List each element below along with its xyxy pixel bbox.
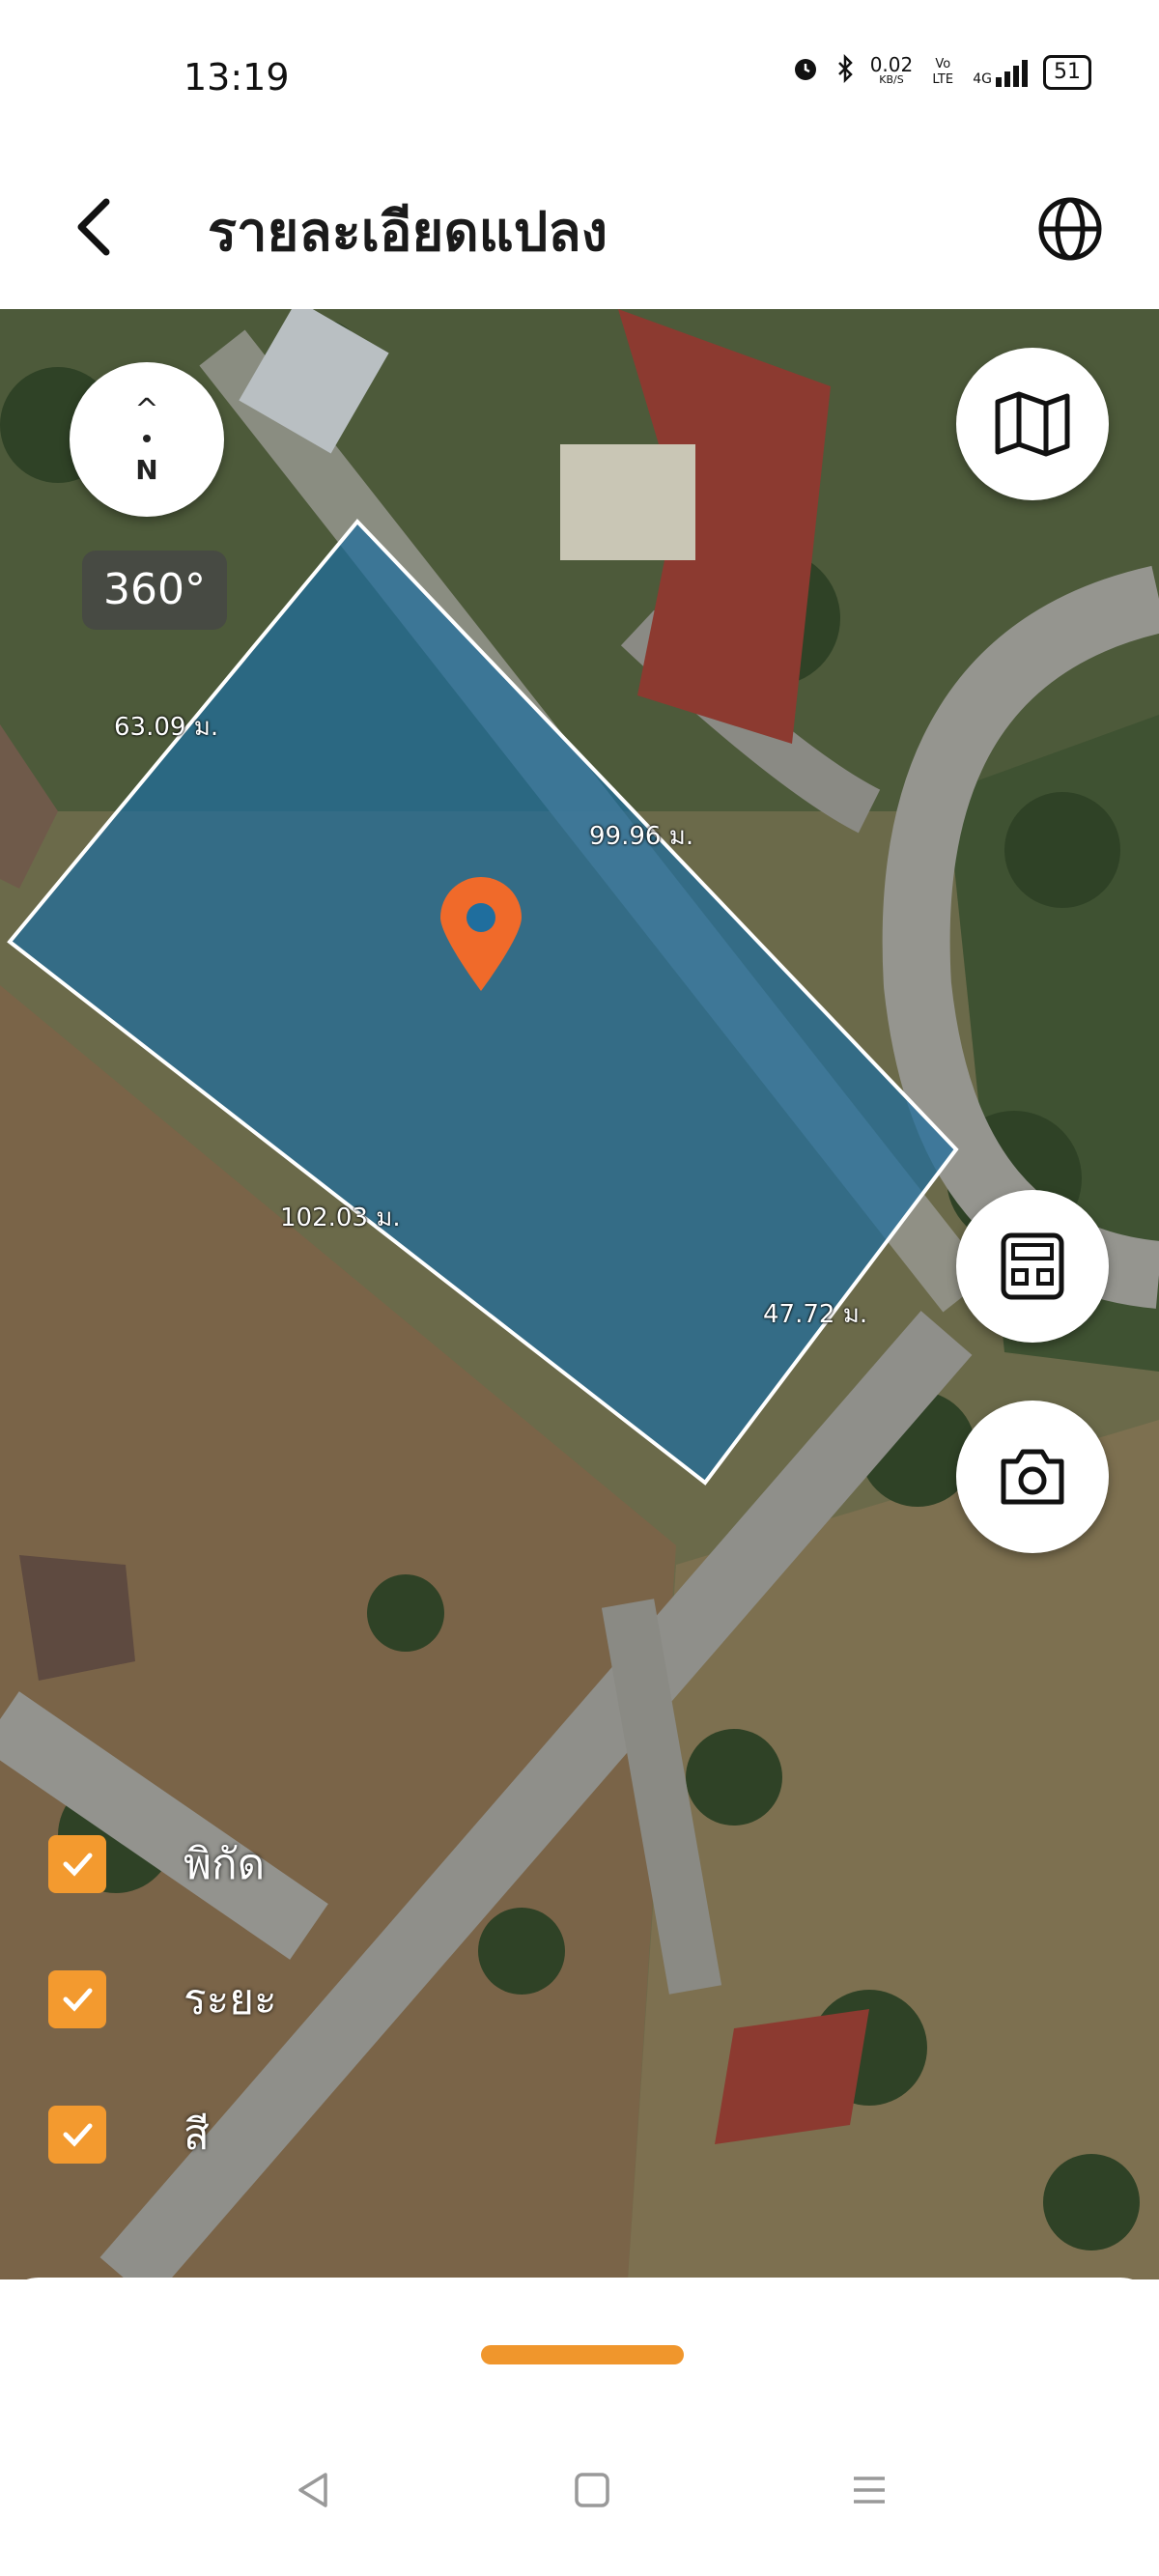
status-icons: 0.02 KB/S Vo LTE 4G 51 [791, 53, 1091, 91]
bottom-sheet[interactable] [0, 2278, 1159, 2576]
signal-icon: 4G [973, 58, 1028, 87]
checkbox-distance[interactable] [48, 1970, 106, 2028]
legend-item-distance[interactable]: ระยะ [48, 1966, 277, 2033]
legend-label: สี [184, 2110, 210, 2160]
net-speed: 0.02 KB/S [869, 53, 914, 86]
status-bar: 13:19 0.02 KB/S Vo LTE 4G 51 [0, 0, 1159, 159]
globe-icon [1038, 197, 1102, 261]
chevron-left-icon [77, 198, 110, 256]
satellite-map[interactable]: ^ N 360° 63.09 ม. 99.96 ม. 102.03 ม. 47.… [0, 309, 1159, 2279]
checkbox-coordinates[interactable] [48, 1835, 106, 1893]
check-icon [63, 1853, 93, 1877]
page-title: รายละเอียดแปลง [208, 201, 608, 264]
location-pin-icon[interactable] [437, 877, 525, 997]
rotation-badge[interactable]: 360° [82, 551, 227, 630]
alarm-icon [791, 54, 820, 91]
legend-item-coordinates[interactable]: พิกัด [48, 1830, 265, 1898]
map-icon [995, 391, 1070, 457]
calculator-button[interactable] [956, 1190, 1109, 1343]
volte-indicator: Vo LTE [932, 57, 954, 87]
dimension-label-top-right: 99.96 ม. [589, 822, 694, 851]
legend-label: พิกัด [184, 1840, 266, 1889]
dimension-label-top-left: 63.09 ม. [114, 713, 219, 742]
nav-back-button[interactable] [285, 2461, 343, 2519]
check-icon [63, 2123, 93, 2147]
dimension-label-bottom-right: 47.72 ม. [763, 1300, 868, 1329]
status-time: 13:19 [184, 56, 290, 99]
legend-item-color[interactable]: สี [48, 2101, 210, 2168]
square-home-icon [575, 2473, 609, 2507]
compass-north-label: N [135, 454, 158, 486]
camera-button[interactable] [956, 1401, 1109, 1553]
language-button[interactable] [1032, 190, 1109, 268]
battery-indicator: 51 [1043, 55, 1091, 90]
map-type-button[interactable] [956, 348, 1109, 500]
back-button[interactable] [60, 188, 137, 266]
legend-label: ระยะ [184, 1975, 277, 2024]
triangle-back-icon [298, 2473, 327, 2507]
app-header: รายละเอียดแปลง [0, 159, 1159, 309]
compass-arrow-icon: ^ [134, 393, 159, 427]
nav-menu-button[interactable] [840, 2461, 898, 2519]
check-icon [63, 1988, 93, 2012]
compass-button[interactable]: ^ N [70, 362, 224, 517]
bluetooth-icon [835, 53, 855, 91]
nav-home-button[interactable] [563, 2461, 621, 2519]
sheet-drag-handle[interactable] [481, 2345, 684, 2364]
checkbox-color[interactable] [48, 2106, 106, 2164]
camera-icon [1001, 1449, 1064, 1505]
compass-dot-icon [143, 435, 151, 442]
calculator-icon [1001, 1232, 1064, 1300]
dimension-label-bottom-left: 102.03 ม. [280, 1203, 401, 1232]
menu-lines-icon [854, 2477, 885, 2504]
